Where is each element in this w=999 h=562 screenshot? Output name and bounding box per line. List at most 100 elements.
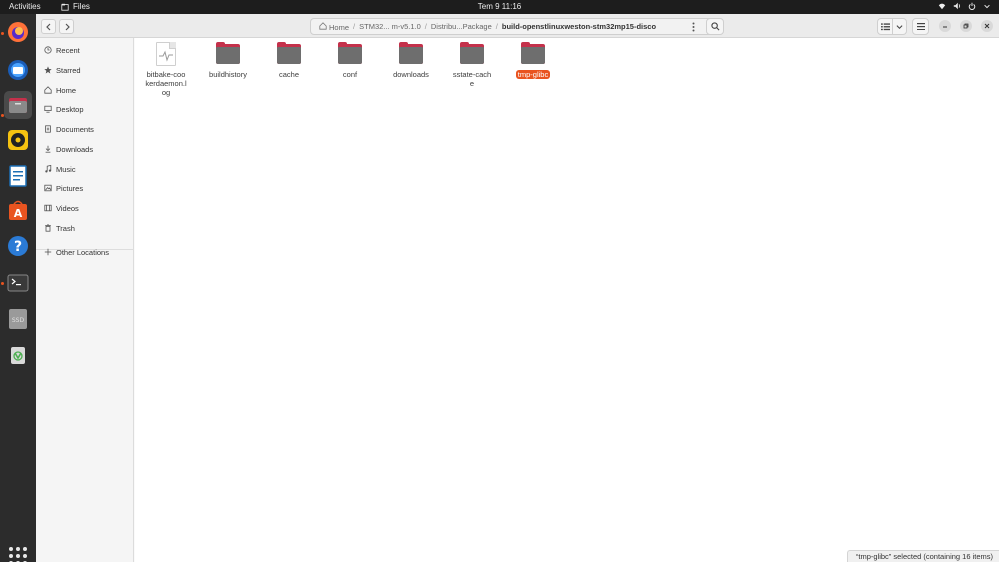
file-item[interactable]: bitbake-cookerdaemon.log xyxy=(139,42,193,97)
sidebar-item-downloads[interactable]: Downloads xyxy=(36,141,134,157)
power-icon xyxy=(968,2,976,10)
sidebar-item-label: Starred xyxy=(56,65,81,75)
folder-name: tmp-glibc xyxy=(515,70,551,79)
status-bar: “tmp-glibc” selected (containing 16 item… xyxy=(846,550,999,562)
folder-icon xyxy=(398,42,424,66)
folder-icon xyxy=(459,42,485,66)
log-file-icon xyxy=(156,42,176,66)
sidebar-item-label: Music xyxy=(56,164,76,174)
terminal-icon xyxy=(7,274,29,292)
folder-icon xyxy=(215,42,241,66)
sidebar-item-label: Home xyxy=(56,85,77,95)
chevron-down-icon xyxy=(896,25,903,29)
home-icon xyxy=(319,21,327,30)
sidebar-item-label: Videos xyxy=(56,203,79,213)
folder-icon xyxy=(337,42,363,66)
dock-writer[interactable] xyxy=(4,162,32,190)
view-options-button[interactable] xyxy=(893,18,907,35)
folder-icon xyxy=(520,42,546,66)
restore-icon xyxy=(963,23,969,29)
path-segment[interactable]: Distribu...Package xyxy=(427,22,496,31)
dock-trash[interactable] xyxy=(4,341,32,369)
hamburger-menu-icon xyxy=(916,23,925,30)
svg-text:?: ? xyxy=(14,239,22,255)
search-button[interactable] xyxy=(706,18,724,35)
sidebar-item-label: Downloads xyxy=(56,144,94,154)
view-list-button[interactable] xyxy=(877,18,893,35)
folder-item-selected[interactable]: tmp-glibc xyxy=(506,42,560,79)
header-bar: Home / STM32... m-v5.1.0 / Distribu...Pa… xyxy=(36,14,999,38)
sidebar-item-recent[interactable]: Recent xyxy=(36,42,134,58)
trash-icon xyxy=(11,347,25,364)
thunderbird-icon xyxy=(8,60,28,80)
video-icon xyxy=(44,204,52,212)
chevron-right-icon xyxy=(65,23,70,30)
file-view[interactable]: bitbake-cookerdaemon.log buildhistory ca… xyxy=(135,38,999,562)
music-icon xyxy=(45,165,52,173)
clock-container: Tem 9 11:16 xyxy=(0,2,999,11)
folder-icon xyxy=(276,42,302,66)
sidebar-item-documents[interactable]: Documents xyxy=(36,121,134,137)
forward-button[interactable] xyxy=(59,19,74,34)
folder-name: cache xyxy=(278,70,299,79)
file-name: bitbake-cookerdaemon.log xyxy=(145,70,187,97)
picture-icon xyxy=(44,184,52,192)
sidebar-item-other-locations[interactable]: Other Locations xyxy=(36,244,134,260)
folder-name: buildhistory xyxy=(209,70,247,79)
dock-firefox[interactable] xyxy=(4,18,32,46)
path-current[interactable]: build-openstlinuxweston-stm32mp15-disco xyxy=(498,22,660,31)
system-tray[interactable] xyxy=(938,2,991,10)
volume-icon xyxy=(953,2,960,10)
sidebar-item-trash[interactable]: Trash xyxy=(36,220,134,236)
clock[interactable]: Tem 9 11:16 xyxy=(478,2,521,11)
folder-item[interactable]: downloads xyxy=(384,42,438,79)
folder-item[interactable]: buildhistory xyxy=(201,42,255,79)
dock-rhythmbox[interactable] xyxy=(4,126,32,154)
folder-name: sstate-cache xyxy=(452,70,492,88)
sidebar-item-videos[interactable]: Videos xyxy=(36,200,134,216)
path-menu-button[interactable] xyxy=(687,18,700,35)
dock-terminal[interactable] xyxy=(4,269,32,297)
sidebar-item-label: Desktop xyxy=(56,104,84,114)
svg-text:A: A xyxy=(14,207,23,220)
minimize-button[interactable] xyxy=(939,20,951,32)
dock-files[interactable] xyxy=(4,91,32,119)
folder-name: conf xyxy=(342,70,358,79)
close-button[interactable] xyxy=(981,20,993,32)
main-menu-button[interactable] xyxy=(912,18,929,35)
path-segment[interactable]: STM32... m-v5.1.0 xyxy=(355,22,425,31)
search-icon xyxy=(710,22,719,31)
restore-button[interactable] xyxy=(960,20,972,32)
dock-software[interactable]: A xyxy=(4,197,32,225)
sidebar: Recent Starred Home Desktop Documents Do… xyxy=(36,38,134,562)
sidebar-item-pictures[interactable]: Pictures xyxy=(36,180,134,196)
dock-help[interactable]: ? xyxy=(4,232,32,260)
download-icon xyxy=(45,145,51,153)
help-icon: ? xyxy=(8,236,28,256)
chevron-left-icon xyxy=(45,23,50,30)
show-apps-button[interactable] xyxy=(9,547,27,562)
sidebar-item-home[interactable]: Home xyxy=(36,82,134,98)
sidebar-item-music[interactable]: Music xyxy=(36,161,134,177)
path-home-label: Home xyxy=(329,22,350,32)
dock-thunderbird[interactable] xyxy=(4,56,32,84)
folder-item[interactable]: conf xyxy=(323,42,377,79)
ssd-label: SSD xyxy=(12,317,25,324)
plus-icon xyxy=(44,248,52,256)
top-bar: Activities Files Tem 9 11:16 xyxy=(0,0,999,14)
path-bar: Home / STM32... m-v5.1.0 / Distribu...Pa… xyxy=(310,18,721,35)
sidebar-item-starred[interactable]: Starred xyxy=(36,62,134,78)
dock-ssd[interactable]: SSD xyxy=(4,305,32,333)
folder-item[interactable]: sstate-cache xyxy=(445,42,499,88)
path-home[interactable]: Home xyxy=(315,21,353,32)
ssd-drive-icon: SSD xyxy=(9,309,27,329)
close-icon xyxy=(984,23,990,29)
sidebar-item-label: Other Locations xyxy=(56,247,109,257)
chevron-down-icon xyxy=(984,4,990,9)
back-button[interactable] xyxy=(41,19,56,34)
sidebar-item-label: Trash xyxy=(56,223,75,233)
sidebar-item-desktop[interactable]: Desktop xyxy=(36,101,134,117)
folder-item[interactable]: cache xyxy=(262,42,316,79)
document-icon xyxy=(45,125,51,133)
files-icon xyxy=(9,98,27,113)
